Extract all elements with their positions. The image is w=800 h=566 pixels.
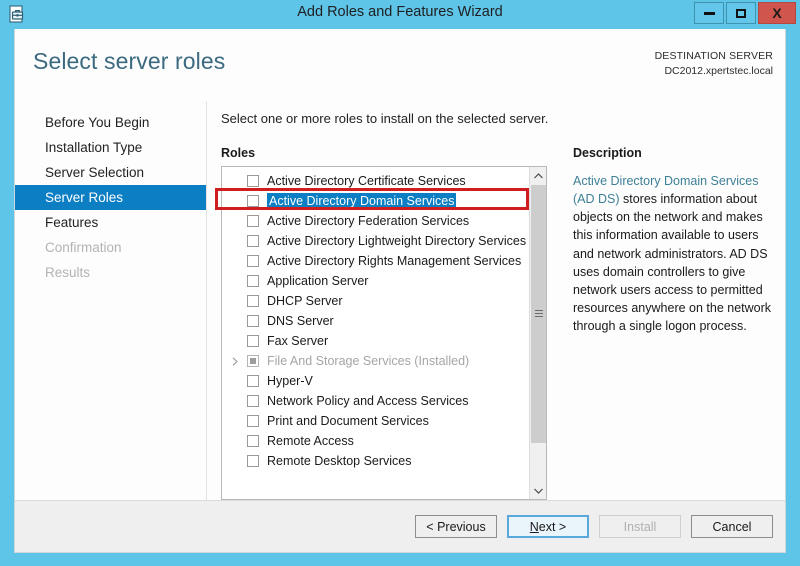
role-checkbox[interactable] — [247, 275, 259, 287]
close-button[interactable]: X — [758, 2, 796, 24]
next-button-accesskey: N — [529, 519, 539, 534]
scrollbar-grip-icon — [535, 310, 543, 318]
role-checkbox[interactable] — [247, 455, 259, 467]
maximize-button[interactable] — [726, 2, 756, 24]
role-label: File And Storage Services (Installed) — [267, 354, 470, 368]
role-label: Remote Desktop Services — [267, 454, 412, 468]
wizard-window: Add Roles and Features Wizard X Select s… — [0, 0, 800, 566]
content-columns: Roles Active Directory Certificate Servi… — [215, 146, 775, 500]
role-row[interactable]: Active Directory Domain Services — [222, 191, 529, 211]
role-label: DNS Server — [267, 314, 334, 328]
role-checkbox — [247, 355, 259, 367]
role-label: Remote Access — [267, 434, 354, 448]
chevron-right-icon[interactable] — [228, 356, 242, 366]
role-row[interactable]: Active Directory Lightweight Directory S… — [222, 231, 529, 251]
role-checkbox[interactable] — [247, 335, 259, 347]
role-row[interactable]: Active Directory Federation Services — [222, 211, 529, 231]
role-label: DHCP Server — [267, 294, 343, 308]
previous-button[interactable]: < Previous — [415, 515, 497, 538]
page-title: Select server roles — [33, 48, 226, 74]
role-label: Active Directory Certificate Services — [267, 174, 466, 188]
roles-list: Active Directory Certificate Services Act… — [222, 167, 529, 499]
instruction-text: Select one or more roles to install on t… — [221, 111, 549, 126]
roles-scrollbar[interactable] — [529, 167, 546, 499]
wizard-footer: < Previous Next > Install Cancel — [15, 500, 785, 552]
role-label: Active Directory Rights Management Servi… — [267, 254, 522, 268]
client-area: Select server roles DESTINATION SERVER D… — [14, 29, 786, 553]
body-row: Before You Begin Installation Type Server … — [15, 101, 785, 500]
sidebar-item-server-roles[interactable]: Server Roles — [15, 185, 206, 210]
role-checkbox[interactable] — [247, 435, 259, 447]
role-checkbox[interactable] — [247, 295, 259, 307]
role-checkbox[interactable] — [247, 175, 259, 187]
roles-listbox[interactable]: Active Directory Certificate Services Act… — [221, 166, 547, 500]
maximize-icon — [736, 8, 746, 18]
role-row[interactable]: Remote Desktop Services — [222, 451, 529, 471]
role-checkbox[interactable] — [247, 395, 259, 407]
role-checkbox[interactable] — [247, 195, 259, 207]
role-label: Active Directory Lightweight Directory S… — [267, 234, 527, 248]
role-checkbox[interactable] — [247, 375, 259, 387]
scroll-up-icon[interactable] — [530, 167, 546, 184]
sidebar-item-server-selection[interactable]: Server Selection — [15, 160, 206, 185]
title-bar: Add Roles and Features Wizard X — [0, 0, 800, 29]
page-header: Select server roles DESTINATION SERVER D… — [15, 29, 785, 101]
install-button: Install — [599, 515, 681, 538]
role-label: Hyper-V — [267, 374, 313, 388]
role-row[interactable]: DHCP Server — [222, 291, 529, 311]
role-label: Application Server — [267, 274, 369, 288]
description-title: Description — [573, 146, 642, 160]
destination-server-name: DC2012.xpertstec.local — [664, 65, 773, 78]
roles-listbox-wrapper: Active Directory Certificate Services Act… — [215, 166, 547, 500]
destination-server-label: DESTINATION SERVER — [654, 50, 773, 62]
role-label: Active Directory Domain Services — [267, 193, 457, 209]
minimize-button[interactable] — [694, 2, 724, 24]
role-checkbox[interactable] — [247, 215, 259, 227]
sidebar-item-confirmation: Confirmation — [45, 240, 122, 255]
role-row[interactable]: Application Server — [222, 271, 529, 291]
role-checkbox[interactable] — [247, 315, 259, 327]
next-button-label: ext > — [538, 519, 567, 534]
roles-column: Roles Active Directory Certificate Servi… — [215, 146, 547, 500]
role-label: Network Policy and Access Services — [267, 394, 469, 408]
description-rest-text: stores information about objects on the … — [573, 192, 772, 333]
role-row[interactable]: DNS Server — [222, 311, 529, 331]
window-title: Add Roles and Features Wizard — [297, 4, 503, 20]
scroll-down-icon[interactable] — [530, 482, 546, 499]
role-row[interactable]: File And Storage Services (Installed) — [222, 351, 529, 371]
sidebar-item-installation-type[interactable]: Installation Type — [15, 135, 206, 160]
role-row[interactable]: Print and Document Services — [222, 411, 529, 431]
roles-label: Roles — [221, 146, 256, 160]
main-content: Select one or more roles to install on t… — [207, 101, 785, 500]
role-row[interactable]: Active Directory Rights Management Servi… — [222, 251, 529, 271]
role-checkbox[interactable] — [247, 255, 259, 267]
description-column: Description Active Directory Domain Serv… — [565, 146, 775, 500]
cancel-button[interactable]: Cancel — [691, 515, 773, 538]
role-label: Active Directory Federation Services — [267, 214, 470, 228]
sidebar-item-features[interactable]: Features — [15, 210, 206, 235]
role-checkbox[interactable] — [247, 235, 259, 247]
destination-server-block: DESTINATION SERVER DC2012.xpertstec.loca… — [655, 49, 773, 79]
next-button[interactable]: Next > — [507, 515, 589, 538]
role-row[interactable]: Network Policy and Access Services — [222, 391, 529, 411]
wizard-step-nav: Before You Begin Installation Type Server … — [15, 101, 207, 500]
description-body: Active Directory Domain Services (AD DS)… — [573, 172, 775, 335]
minimize-icon — [703, 11, 715, 15]
scrollbar-thumb[interactable] — [531, 185, 546, 443]
role-label: Fax Server — [267, 334, 329, 348]
close-icon: X — [772, 5, 782, 21]
role-row[interactable]: Fax Server — [222, 331, 529, 351]
sidebar-item-results: Results — [45, 265, 91, 280]
role-row[interactable]: Hyper-V — [222, 371, 529, 391]
role-checkbox[interactable] — [247, 415, 259, 427]
window-controls: X — [694, 2, 796, 24]
role-row[interactable]: Remote Access — [222, 431, 529, 451]
sidebar-item-before-you-begin[interactable]: Before You Begin — [15, 110, 206, 135]
role-row[interactable]: Active Directory Certificate Services — [222, 171, 529, 191]
role-label: Print and Document Services — [267, 414, 429, 428]
